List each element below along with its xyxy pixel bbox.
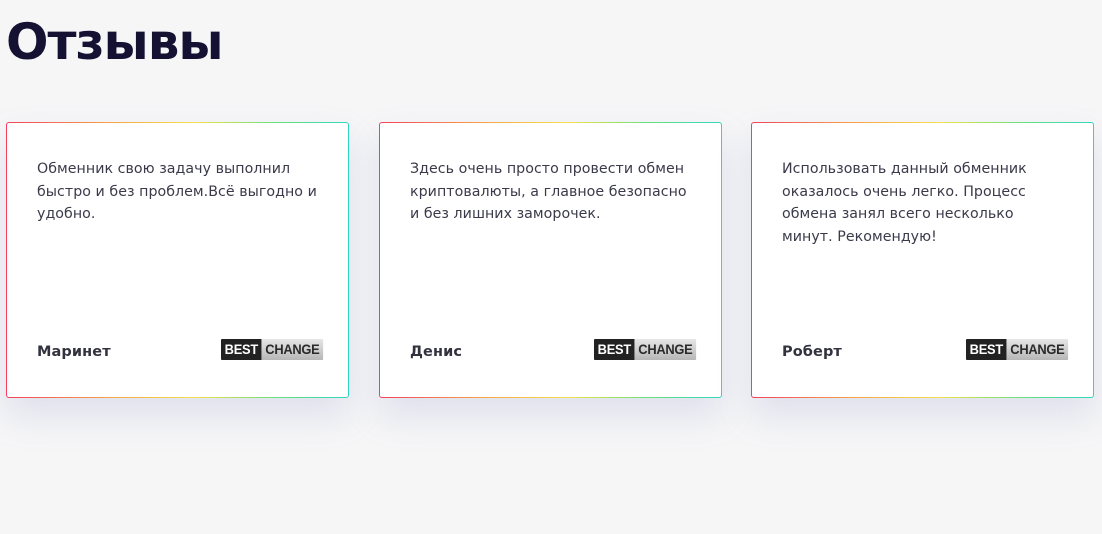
review-author: Денис (410, 344, 463, 360)
bestchange-logo[interactable]: BEST CHANGE (221, 339, 324, 360)
section-title: Отзывы (6, 13, 224, 71)
review-author: Маринет (37, 344, 111, 360)
bestchange-logo-best: BEST (594, 339, 635, 360)
bestchange-logo-change: CHANGE (1006, 339, 1069, 360)
review-text: Использовать данный обменник оказалось о… (782, 161, 1027, 245)
review-card-body: Здесь очень просто провести обмен крипто… (380, 123, 721, 397)
review-text: Здесь очень просто провести обмен крипто… (410, 161, 687, 222)
review-author: Роберт (782, 344, 842, 360)
review-text: Обменник свою задачу выполнил быстро и б… (37, 161, 317, 222)
bestchange-logo[interactable]: BEST CHANGE (966, 339, 1069, 360)
review-card: Обменник свою задачу выполнил быстро и б… (6, 122, 349, 398)
review-card: Использовать данный обменник оказалось о… (751, 122, 1094, 398)
review-card: Здесь очень просто провести обмен крипто… (379, 122, 722, 398)
review-card-body: Использовать данный обменник оказалось о… (752, 123, 1093, 397)
bestchange-logo-best: BEST (221, 339, 262, 360)
bestchange-logo-change: CHANGE (261, 339, 324, 360)
bestchange-logo-best: BEST (966, 339, 1007, 360)
reviews-section: Отзывы Обменник свою задачу выполнил быс… (0, 0, 1102, 534)
bestchange-logo[interactable]: BEST CHANGE (594, 339, 697, 360)
review-card-body: Обменник свою задачу выполнил быстро и б… (7, 123, 348, 397)
reviews-list: Обменник свою задачу выполнил быстро и б… (6, 122, 1094, 398)
bestchange-logo-change: CHANGE (634, 339, 697, 360)
